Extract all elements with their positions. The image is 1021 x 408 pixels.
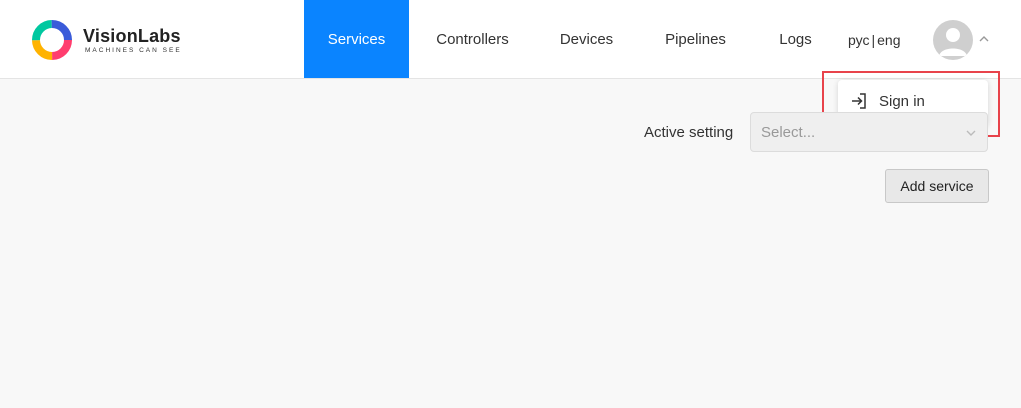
main-nav: Services Controllers Devices Pipelines L… [304,0,837,78]
lang-separator: | [871,32,876,48]
active-setting-label: Active setting [644,124,734,141]
sign-in-menu-item[interactable]: Sign in [850,92,925,110]
tab-devices[interactable]: Devices [536,0,637,78]
brand-name: VisionLabs [83,25,181,46]
active-setting-select[interactable]: Select... [750,112,988,152]
brand-logo[interactable]: VisionLabs MACHINES CAN SEE [32,20,182,60]
tab-services[interactable]: Services [304,0,409,78]
tab-pipelines[interactable]: Pipelines [637,0,754,78]
add-service-button[interactable]: Add service [885,169,989,203]
visionlabs-logo-icon [32,20,72,60]
lang-en[interactable]: eng [877,32,900,48]
sign-in-label: Sign in [879,92,925,110]
sign-in-icon [852,93,866,109]
brand-tagline: MACHINES CAN SEE [85,46,182,54]
chevron-down-icon [966,130,976,136]
user-icon [939,28,967,56]
user-avatar[interactable] [933,20,973,60]
tab-logs[interactable]: Logs [754,0,837,78]
select-placeholder: Select... [761,124,816,141]
language-switcher: рус | eng [848,32,900,48]
brand-text: VisionLabs MACHINES CAN SEE [83,26,182,55]
chevron-up-icon[interactable] [978,33,990,45]
tab-controllers[interactable]: Controllers [409,0,536,78]
top-header: VisionLabs MACHINES CAN SEE Services Con… [0,0,1021,79]
lang-ru[interactable]: рус [848,32,869,48]
